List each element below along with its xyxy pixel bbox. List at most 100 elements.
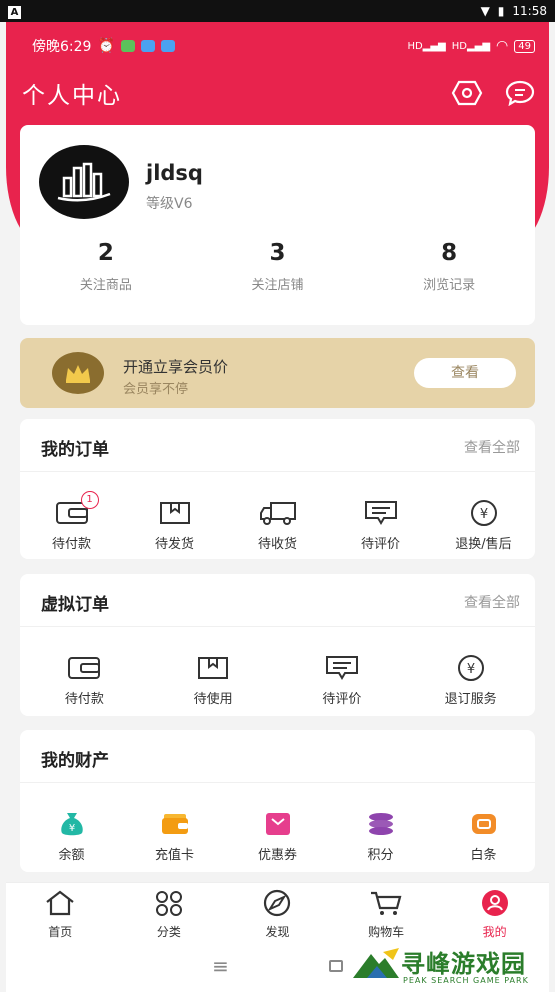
money-bag-icon: ¥ [27, 810, 117, 838]
virtual-items-row: 待付款 待使用 待评价 ¥ 退订服务 [20, 654, 535, 707]
title-bar: 个人中心 [6, 74, 549, 112]
tab-cart[interactable]: 购物车 [332, 883, 441, 940]
watermark: 寻峰游戏园 PEAK SEARCH GAME PARK [349, 940, 549, 992]
section-title: 我的订单 [41, 440, 109, 460]
item-label: 优惠券 [257, 848, 297, 863]
vip-subtitle: 会员享不停 [123, 382, 189, 397]
tab-category[interactable]: 分类 [115, 883, 224, 940]
my-assets-section: 我的财产 ¥ 余额 充值卡 优惠券 积分 白条 [20, 730, 535, 872]
vip-banner[interactable]: 开通立享会员价 会员享不停 查看 [20, 338, 535, 408]
item-label: 余额 [58, 848, 85, 863]
box-icon [168, 654, 258, 682]
yen-circle-icon: ¥ [426, 654, 516, 682]
alarm-icon: ⏰ [97, 38, 115, 54]
asset-recharge-card[interactable]: 充值卡 [130, 810, 220, 863]
stats-row: 2 关注商品 3 关注店铺 8 浏览记录 [20, 240, 535, 293]
svg-text:¥: ¥ [479, 507, 487, 522]
item-label: 待付款 [51, 537, 91, 552]
stat-number: 8 [441, 240, 458, 266]
asset-items-row: ¥ 余额 充值卡 优惠券 积分 白条 [20, 810, 535, 863]
wifi-icon-app: ◠ [496, 38, 509, 54]
crown-icon [52, 352, 104, 394]
item-label: 待评价 [360, 537, 400, 552]
settings-icon[interactable] [451, 80, 483, 106]
stat-followed-stores[interactable]: 3 关注店铺 [192, 240, 364, 293]
avatar[interactable] [39, 145, 129, 219]
tab-home[interactable]: 首页 [6, 883, 115, 940]
app-status-bar: 傍晚6:29 ⏰ HD▂▄▆ HD▂▄▆ ◠ 49 [6, 34, 549, 58]
user-icon [481, 890, 508, 916]
item-label: 待付款 [64, 692, 104, 707]
tab-label: 首页 [48, 925, 73, 939]
watermark-title: 寻峰游戏园 [401, 950, 526, 978]
comment-icon [297, 654, 387, 682]
menu-nav-icon[interactable]: ≡ [212, 954, 229, 978]
item-label: 待评价 [322, 692, 362, 707]
building-logo-icon [57, 162, 111, 202]
stat-label: 浏览记录 [423, 278, 476, 293]
virtual-orders-section: 虚拟订单 查看全部 待付款 待使用 待评价 ¥ 退订服务 [20, 574, 535, 716]
comment-icon [336, 499, 426, 527]
svg-text:¥: ¥ [68, 823, 74, 834]
pending-count-badge: 1 [80, 491, 99, 509]
card-icon [130, 810, 220, 838]
divider [20, 626, 535, 627]
item-label: 待收货 [257, 537, 297, 552]
tab-mine[interactable]: 我的 [440, 883, 549, 940]
wifi-icon: ▼ [480, 4, 490, 18]
stat-followed-products[interactable]: 2 关注商品 [20, 240, 192, 293]
grid-icon [155, 891, 182, 916]
compass-icon [264, 889, 291, 917]
stat-browse-history[interactable]: 8 浏览记录 [363, 240, 535, 293]
truck-icon [233, 499, 323, 527]
vip-view-button[interactable]: 查看 [414, 358, 516, 388]
telegram-icon [160, 40, 175, 52]
signal-icon: HD▂▄▆ [407, 40, 446, 52]
divider [20, 782, 535, 783]
view-all-virtual-link[interactable]: 查看全部 [464, 592, 520, 612]
asset-ious[interactable]: 白条 [439, 810, 529, 863]
stat-label: 关注商品 [79, 278, 132, 293]
wallet-icon [27, 499, 117, 527]
divider [20, 471, 535, 472]
tab-discover[interactable]: 发现 [223, 883, 332, 940]
item-label: 待使用 [193, 692, 233, 707]
item-label: 充值卡 [154, 848, 194, 863]
system-status-bar: A ▼ ▮ 11:58 [0, 0, 555, 22]
virtual-pending-use[interactable]: 待使用 [168, 654, 258, 707]
home-icon [46, 890, 74, 916]
view-all-orders-link[interactable]: 查看全部 [464, 437, 520, 457]
battery-level: 49 [514, 39, 535, 53]
coins-icon [336, 810, 426, 838]
order-pending-receipt[interactable]: 待收货 [233, 499, 323, 552]
user-name: jldsq [146, 161, 203, 185]
user-level: 等级V6 [146, 196, 193, 212]
section-title: 我的财产 [41, 751, 109, 771]
coupon-icon [233, 810, 323, 838]
stat-number: 3 [269, 240, 286, 266]
profile-card: jldsq 等级V6 2 关注商品 3 关注店铺 8 浏览记录 [20, 125, 535, 325]
asset-points[interactable]: 积分 [336, 810, 426, 863]
asset-coupon[interactable]: 优惠券 [233, 810, 323, 863]
order-after-sales[interactable]: ¥ 退换/售后 [439, 499, 529, 552]
virtual-pending-payment[interactable]: 待付款 [39, 654, 129, 707]
bottom-tab-bar: 首页 分类 发现 购物车 我的 [6, 882, 549, 940]
order-pending-shipment[interactable]: 待发货 [130, 499, 220, 552]
order-items-row: 1 待付款 待发货 待收货 待评价 ¥ 退换/售后 [20, 491, 535, 552]
message-icon[interactable] [505, 80, 535, 106]
vip-title: 开通立享会员价 [123, 358, 229, 376]
order-pending-review[interactable]: 待评价 [336, 499, 426, 552]
svg-text:¥: ¥ [466, 662, 474, 677]
virtual-pending-review[interactable]: 待评价 [297, 654, 387, 707]
yen-circle-icon: ¥ [439, 499, 529, 527]
order-pending-payment[interactable]: 1 待付款 [27, 491, 117, 552]
asset-balance[interactable]: ¥ 余额 [27, 810, 117, 863]
watermark-logo-icon [353, 948, 399, 978]
home-nav-icon[interactable] [328, 960, 343, 972]
ticket-icon [439, 810, 529, 838]
app-frame: 傍晚6:29 ⏰ HD▂▄▆ HD▂▄▆ ◠ 49 个人中心 jldsq 等级V… [6, 22, 549, 992]
message-app-icon [140, 40, 155, 52]
virtual-refund-service[interactable]: ¥ 退订服务 [426, 654, 516, 707]
section-title: 虚拟订单 [41, 595, 109, 615]
box-icon [130, 499, 220, 527]
